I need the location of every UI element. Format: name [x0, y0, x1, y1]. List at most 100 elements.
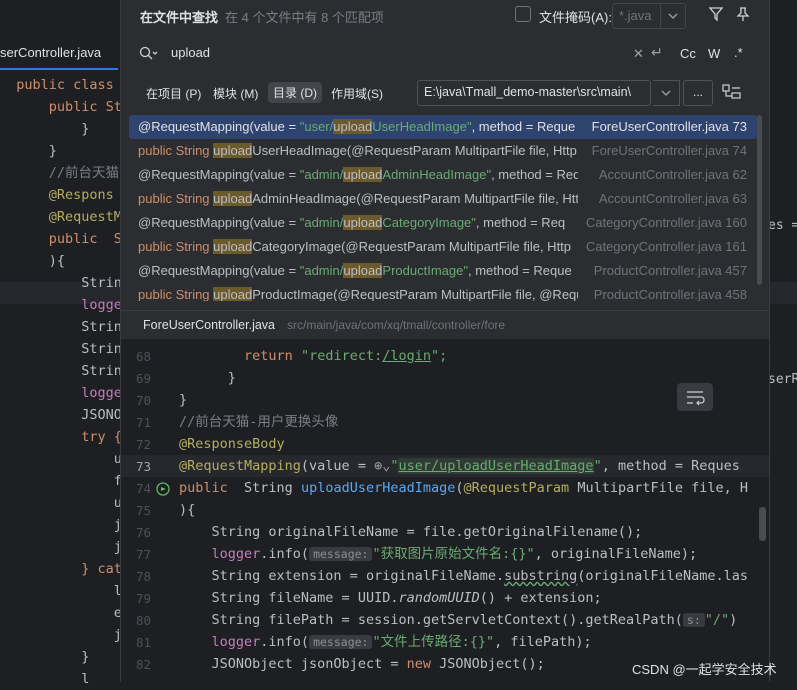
result-pre: @RequestMapping(value = — [138, 119, 300, 134]
editor-tab-label: serController.java — [0, 45, 102, 60]
result-row[interactable]: public String uploadCategoryImage(@Reque… — [129, 235, 757, 259]
background-code-line: @RequestM — [0, 209, 122, 225]
match-case-toggle[interactable]: Cc — [680, 46, 696, 61]
result-pre: public String — [138, 143, 214, 158]
result-row[interactable]: public String uploadProductImage(@Reques… — [129, 283, 757, 301]
code-line: } — [227, 370, 236, 386]
result-str-post: ProductImage" — [382, 263, 468, 278]
result-post: ProductImage(@RequestParam MultipartFile… — [252, 287, 578, 301]
result-text: public String uploadUserHeadImage(@Reque… — [138, 143, 578, 158]
code-preview[interactable]: 68 69 70 71 72 73 74 75 76 77 78 79 80 81 82 return "r… — [121, 339, 769, 682]
file-mask-value: *.java — [619, 8, 652, 23]
background-code-line: e — [0, 605, 122, 621]
result-file: CategoryController.java 160 — [585, 215, 747, 230]
search-row: upload ✕ ↵ Cc W .* — [121, 38, 769, 70]
background-code-line: ){ — [0, 253, 66, 269]
background-code-line: j — [0, 539, 122, 555]
filter-icon[interactable] — [707, 5, 725, 28]
code-line: JSONObject jsonObject = new JSONObject()… — [211, 656, 545, 672]
line-number: 73 — [135, 459, 151, 474]
line-number: 82 — [135, 657, 151, 672]
result-file: ForeUserController.java 74 — [591, 143, 747, 158]
pin-icon[interactable] — [734, 5, 752, 28]
background-code-line: logge — [0, 297, 122, 313]
file-mask-select[interactable]: *.java — [612, 3, 686, 29]
result-text: @RequestMapping(value = "admin/uploadPro… — [138, 263, 578, 278]
result-row[interactable]: @RequestMapping(value = "admin/uploadPro… — [129, 259, 757, 283]
tab-module[interactable]: 模块 (M) — [213, 85, 258, 102]
file-mask-checkbox[interactable] — [515, 6, 531, 22]
result-match: upload — [343, 215, 383, 230]
background-code-line: //前台天猫 — [0, 165, 120, 181]
tree-view-icon[interactable] — [721, 83, 743, 108]
result-row[interactable]: @RequestMapping(value = "admin/uploadCat… — [129, 211, 757, 235]
background-code-line: @Respons — [0, 187, 114, 203]
background-code-line: Strin — [0, 341, 122, 357]
line-number: 71 — [135, 415, 151, 430]
popup-header[interactable]: 在文件中查找 在 4 个文件中有 8 个匹配项 文件掩码(A): *.java — [121, 0, 769, 30]
chevron-down-icon[interactable] — [660, 4, 685, 28]
code-line: String fileName = UUID.randomUUID() + ex… — [211, 590, 602, 606]
code-line: //前台天猫-用户更换头像 — [179, 414, 339, 430]
background-code-line: try { — [0, 429, 122, 445]
preview-file-path: src/main/java/com/xq/tmall/controller/fo… — [287, 318, 506, 332]
file-mask-label: 文件掩码(A): — [539, 10, 612, 25]
result-row[interactable]: public String uploadAdminHeadImage(@Requ… — [129, 187, 757, 211]
search-icon[interactable] — [139, 46, 159, 67]
popup-title: 在文件中查找 — [140, 10, 219, 25]
result-str-pre: "user/ — [299, 119, 334, 134]
background-code-line: l — [0, 671, 90, 687]
code-line: @RequestMapping(value = ⊕⌄"user/uploadUs… — [179, 458, 740, 474]
preview-file-name: ForeUserController.java — [143, 318, 275, 332]
preview-scrollbar[interactable] — [759, 507, 766, 541]
preview-header: ForeUserController.java src/main/java/co… — [121, 310, 769, 340]
result-text: @RequestMapping(value = "admin/uploadAdm… — [138, 167, 578, 182]
soft-wrap-icon — [687, 391, 705, 406]
regex-toggle[interactable]: .* — [734, 45, 743, 60]
background-code-line: } cat — [0, 561, 122, 577]
background-code-line: public class — [0, 77, 114, 93]
background-code-line: public S — [0, 231, 122, 247]
directory-field[interactable]: E:\java\Tmall_demo-master\src\main\ — [417, 80, 651, 106]
result-text: @RequestMapping(value = "admin/uploadCat… — [138, 215, 578, 230]
line-number: 80 — [135, 613, 151, 628]
result-str-post: CategoryImage" — [382, 215, 476, 230]
background-code-line: l — [0, 583, 122, 599]
background-fragment: es = — [768, 218, 797, 233]
result-file: ProductController.java 458 — [593, 287, 747, 301]
search-input[interactable]: upload — [171, 45, 210, 60]
result-post: , method = Reque — [471, 119, 576, 134]
result-match: upload — [213, 191, 253, 206]
tab-project[interactable]: 在项目 (P) — [146, 85, 201, 102]
result-row[interactable]: @RequestMapping(value = "admin/uploadAdm… — [129, 163, 757, 187]
clear-icon[interactable]: ✕ — [633, 46, 644, 62]
result-file: ProductController.java 457 — [593, 263, 747, 278]
tab-directory[interactable]: 目录 (D) — [268, 82, 322, 103]
code-line: String originalFileName = file.getOrigin… — [211, 524, 643, 540]
line-number: 70 — [135, 393, 151, 408]
editor-tab[interactable]: serController.java — [0, 40, 118, 70]
result-post: , method = Req — [475, 215, 566, 230]
background-code-line: Strin — [0, 275, 122, 291]
chevron-down-icon[interactable] — [653, 80, 680, 106]
line-number: 76 — [135, 525, 151, 540]
newline-icon[interactable]: ↵ — [651, 44, 663, 61]
result-match: upload — [213, 239, 253, 254]
tab-scope[interactable]: 作用域(S) — [331, 85, 383, 102]
whole-words-toggle[interactable]: W — [708, 46, 720, 61]
line-number: 77 — [135, 547, 151, 562]
globe-icon[interactable]: ⊕⌄ — [374, 458, 390, 474]
results-scrollbar[interactable] — [757, 115, 762, 285]
result-row[interactable]: public String uploadUserHeadImage(@Reque… — [129, 139, 757, 163]
line-number: 78 — [135, 569, 151, 584]
result-post: , method = Req — [491, 167, 578, 182]
browse-button[interactable]: ... — [683, 80, 713, 106]
result-row[interactable]: @RequestMapping(value = "user/uploadUser… — [129, 115, 757, 139]
result-match: upload — [213, 143, 253, 158]
result-text: public String uploadCategoryImage(@Reque… — [138, 239, 578, 254]
result-file: AccountController.java 62 — [598, 167, 747, 182]
result-post: UserHeadImage(@RequestParam MultipartFil… — [252, 143, 577, 158]
background-code-line: Strin — [0, 363, 122, 379]
run-gutter-icon[interactable] — [155, 481, 171, 502]
soft-wrap-button[interactable] — [677, 383, 713, 411]
